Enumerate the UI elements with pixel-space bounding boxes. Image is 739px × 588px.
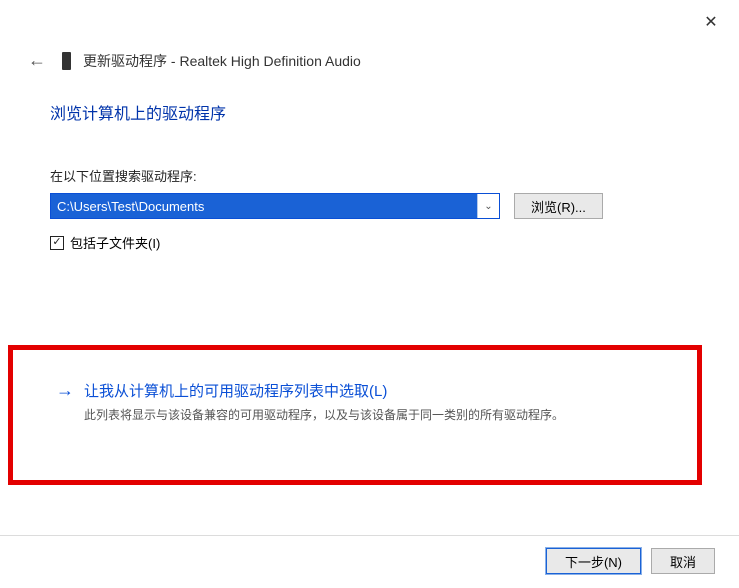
page-title: 浏览计算机上的驱动程序	[50, 100, 699, 124]
close-icon: ✕	[704, 12, 717, 32]
include-subfolders-row[interactable]: ✓ 包括子文件夹(I)	[50, 233, 699, 252]
footer-separator	[0, 535, 739, 536]
include-subfolders-checkbox[interactable]: ✓	[50, 236, 64, 250]
include-subfolders-label: 包括子文件夹(I)	[70, 233, 160, 252]
device-icon	[62, 52, 71, 70]
title-device: Realtek High Definition Audio	[179, 53, 360, 69]
chevron-down-icon[interactable]: ⌄	[477, 194, 499, 218]
main-content: 浏览计算机上的驱动程序 在以下位置搜索驱动程序: C:\Users\Test\D…	[50, 100, 699, 252]
window-title: 更新驱动程序 - Realtek High Definition Audio	[83, 51, 361, 71]
pick-from-list-option[interactable]: → 让我从计算机上的可用驱动程序列表中选取(L) 此列表将显示与该设备兼容的可用…	[56, 380, 689, 424]
path-value: C:\Users\Test\Documents	[51, 194, 477, 218]
close-button[interactable]: ✕	[697, 8, 725, 36]
path-combobox[interactable]: C:\Users\Test\Documents ⌄	[50, 193, 500, 219]
footer-buttons: 下一步(N) 取消	[546, 548, 715, 574]
option-row: → 让我从计算机上的可用驱动程序列表中选取(L)	[56, 380, 689, 402]
option-description: 此列表将显示与该设备兼容的可用驱动程序，以及与该设备属于同一类别的所有驱动程序。	[84, 406, 689, 424]
cancel-button[interactable]: 取消	[651, 548, 715, 574]
browse-button[interactable]: 浏览(R)...	[514, 193, 603, 219]
arrow-right-icon: →	[56, 380, 74, 402]
arrow-left-icon: ←	[28, 50, 46, 70]
path-row: C:\Users\Test\Documents ⌄ 浏览(R)...	[50, 193, 699, 219]
back-button[interactable]: ←	[24, 48, 50, 73]
next-button[interactable]: 下一步(N)	[546, 548, 641, 574]
option-title: 让我从计算机上的可用驱动程序列表中选取(L)	[84, 380, 387, 401]
wizard-header: ← 更新驱动程序 - Realtek High Definition Audio	[24, 48, 361, 73]
search-location-label: 在以下位置搜索驱动程序:	[50, 166, 699, 185]
check-icon: ✓	[52, 237, 61, 248]
title-prefix: 更新驱动程序	[83, 53, 167, 69]
